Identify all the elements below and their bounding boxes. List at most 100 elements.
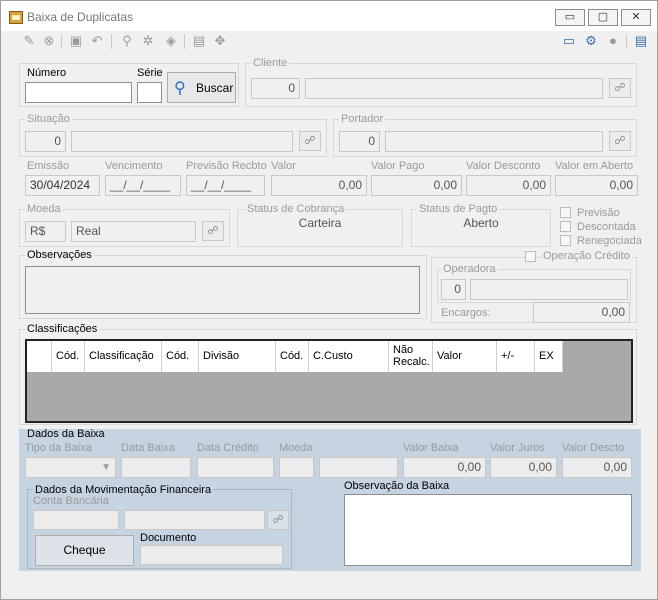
situacao-label: Situação: [25, 113, 72, 125]
window: Baixa de Duplicatas ▭ ▢ ✕ ✎ ⊗ ▣ ↶ ⚲ ✲ ◈ …: [0, 0, 658, 600]
previsao-recbto-field[interactable]: __/__/____: [186, 175, 265, 196]
valor-aberto-label: Valor em Aberto: [555, 160, 634, 172]
tipo-baixa-select[interactable]: ▼: [25, 457, 116, 478]
obs-baixa-textarea[interactable]: [344, 494, 632, 566]
search-icon[interactable]: ⚲: [119, 33, 135, 49]
portador-lookup-icon[interactable]: ☍: [609, 131, 631, 151]
valor-aberto-field[interactable]: 0,00: [555, 175, 638, 196]
cliente-label: Cliente: [251, 57, 290, 69]
situacao-code-field[interactable]: 0: [25, 131, 66, 152]
valor-desconto-field[interactable]: 0,00: [466, 175, 551, 196]
col-divisao[interactable]: Divisão: [199, 341, 276, 372]
conta-bancaria-lookup-icon[interactable]: ☍: [267, 510, 289, 530]
baixa-moeda-code-field[interactable]: [279, 457, 314, 478]
col-cod-3[interactable]: Cód.: [276, 341, 309, 372]
cliente-lookup-icon[interactable]: ☍: [609, 78, 631, 98]
numero-input[interactable]: [25, 82, 132, 103]
status-cobranca-label: Status de Cobrança: [245, 203, 347, 215]
col-valor[interactable]: Valor: [433, 341, 497, 372]
close-button[interactable]: ✕: [621, 9, 651, 26]
cliente-code-field[interactable]: 0: [251, 78, 300, 99]
col-classificacao[interactable]: Classificação: [85, 341, 162, 372]
grid-row-header: [27, 341, 52, 372]
cancel-icon[interactable]: ⊗: [41, 33, 57, 49]
operadora-name-field[interactable]: [470, 279, 628, 300]
vencimento-field[interactable]: __/__/____: [105, 175, 181, 196]
previsao-checkbox-label: Previsão: [577, 207, 620, 219]
toolbar-separator: [184, 34, 185, 49]
valor-pago-label: Valor Pago: [371, 160, 425, 172]
app-icon: [9, 11, 23, 24]
buscar-button[interactable]: ⚲ Buscar: [167, 72, 236, 103]
edit-icon[interactable]: ✎: [21, 33, 37, 49]
menu-icon[interactable]: ▤: [633, 33, 649, 49]
valor-baixa-field[interactable]: 0,00: [403, 457, 486, 478]
emissao-field[interactable]: 30/04/2024: [25, 175, 100, 196]
data-baixa-label: Data Baixa: [121, 442, 175, 454]
minimize-button[interactable]: ▭: [555, 9, 585, 26]
observacoes-label: Observações: [25, 249, 94, 261]
status-cobranca-value: Carteira: [298, 216, 342, 230]
undo-icon[interactable]: ↶: [89, 33, 105, 49]
col-plus-minus[interactable]: +/-: [497, 341, 535, 372]
toolbar-separator: [61, 34, 62, 49]
emissao-label: Emissão: [27, 160, 70, 172]
status-pagto-value: Aberto: [463, 216, 499, 230]
tipo-baixa-label: Tipo da Baixa: [25, 442, 92, 454]
serie-input[interactable]: [137, 82, 162, 103]
observacoes-textarea[interactable]: [25, 266, 420, 314]
vencimento-label: Vencimento: [105, 160, 163, 172]
encargos-field[interactable]: 0,00: [533, 302, 630, 323]
conta-bancaria-name-field[interactable]: [124, 510, 265, 530]
print-icon[interactable]: ▤: [191, 33, 207, 49]
moeda-symbol-field[interactable]: R$: [25, 221, 66, 242]
portador-code-field[interactable]: 0: [339, 131, 380, 152]
settings-icon[interactable]: ✲: [140, 33, 156, 49]
previsao-checkbox[interactable]: [560, 207, 571, 218]
valor-descto-label: Valor Descto: [562, 442, 625, 454]
classificacoes-label: Classificações: [25, 323, 100, 335]
moeda-name-field[interactable]: Real: [71, 221, 196, 242]
descontada-checkbox-label: Descontada: [577, 221, 636, 233]
user-icon[interactable]: ●: [605, 33, 621, 49]
valor-desconto-label: Valor Desconto: [466, 160, 541, 172]
situacao-lookup-icon[interactable]: ☍: [299, 131, 321, 151]
dados-baixa-label: Dados da Baixa: [27, 428, 105, 440]
maximize-button[interactable]: ▢: [588, 9, 618, 26]
documento-field[interactable]: [140, 545, 283, 565]
portador-label: Portador: [339, 113, 386, 125]
col-ccusto[interactable]: C.Custo: [309, 341, 389, 372]
classificacoes-grid[interactable]: Cód. Classificação Cód. Divisão Cód. C.C…: [25, 339, 633, 423]
valor-descto-field[interactable]: 0,00: [562, 457, 632, 478]
valor-pago-field[interactable]: 0,00: [371, 175, 462, 196]
window-icon[interactable]: ▭: [561, 33, 577, 49]
baixa-moeda-name-field[interactable]: [319, 457, 398, 478]
valor-juros-label: Valor Juros: [490, 442, 545, 454]
cheque-button[interactable]: Cheque: [35, 535, 134, 566]
baixa-moeda-label: Moeda: [279, 442, 313, 454]
data-credito-field[interactable]: [197, 457, 274, 478]
eraser-icon[interactable]: ◈: [163, 33, 179, 49]
col-nao-recalc[interactable]: Não Recalc.: [389, 341, 433, 372]
col-cod-2[interactable]: Cód.: [162, 341, 199, 372]
col-ex[interactable]: EX: [535, 341, 563, 372]
cliente-name-field[interactable]: [305, 78, 603, 99]
numero-label: Número: [27, 67, 67, 79]
operacao-credito-checkbox[interactable]: [525, 251, 536, 262]
descontada-checkbox[interactable]: [560, 221, 571, 232]
move-icon[interactable]: ✥: [212, 33, 228, 49]
col-cod-1[interactable]: Cód.: [52, 341, 85, 372]
chevron-down-icon: ▼: [101, 462, 111, 473]
valor-juros-field[interactable]: 0,00: [490, 457, 557, 478]
renegociada-checkbox[interactable]: [560, 235, 571, 246]
portador-name-field[interactable]: [385, 131, 603, 152]
valor-field[interactable]: 0,00: [271, 175, 367, 196]
situacao-name-field[interactable]: [71, 131, 293, 152]
save-icon[interactable]: ▣: [68, 33, 84, 49]
window-title: Baixa de Duplicatas: [27, 10, 134, 24]
data-baixa-field[interactable]: [121, 457, 191, 478]
moeda-lookup-icon[interactable]: ☍: [202, 221, 224, 241]
user-search-icon[interactable]: ⚙: [583, 33, 599, 49]
conta-bancaria-code-field[interactable]: [33, 510, 119, 530]
operadora-code-field[interactable]: 0: [441, 279, 466, 300]
